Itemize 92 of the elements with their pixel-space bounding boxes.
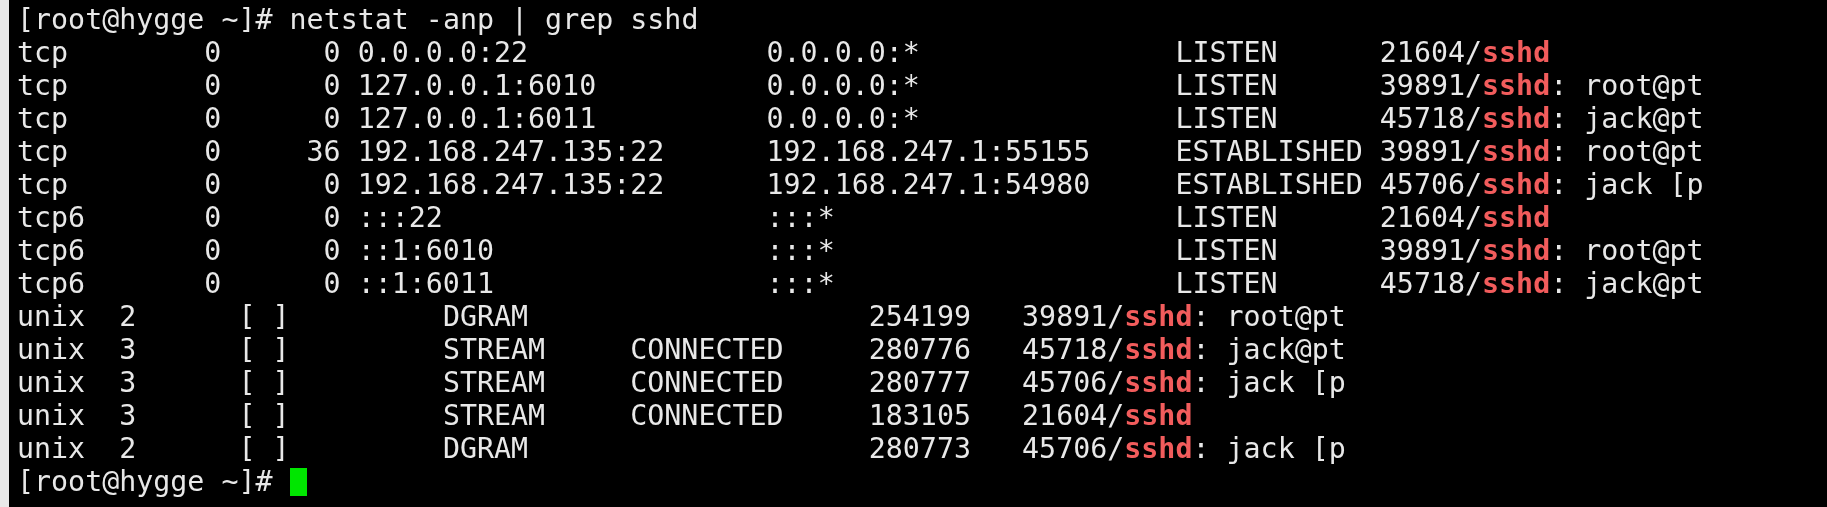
state-text: LISTEN [1175,267,1278,300]
flags-text: [ ] [238,366,290,399]
send-queue-text: 0 [323,36,341,69]
inode-text: 254199 [868,300,971,333]
local-address-text: ::1:6011 [357,267,494,300]
protocol-text: tcp [17,102,69,135]
foreign-address-text: :::* [766,234,835,267]
protocol-text: tcp [17,168,69,201]
shell-prompt: [root@hygge ~]# [17,465,273,498]
foreign-address-text: 0.0.0.0:* [766,102,920,135]
foreign-address-text: 0.0.0.0:* [766,69,920,102]
program-text: 45718/sshd: jack@pt [1379,102,1704,135]
send-queue-text: 0 [323,234,341,267]
protocol-text: tcp6 [17,201,86,234]
program-text: 45706/sshd: jack [p [1022,366,1346,399]
refcount-text: 2 [119,432,137,465]
recv-queue-text: 0 [204,102,222,135]
foreign-address-text: :::* [766,201,835,234]
inode-text: 280776 [868,333,971,366]
local-address-text: 127.0.0.1:6010 [357,69,597,102]
state-text: LISTEN [1175,201,1278,234]
state-text: LISTEN [1175,69,1278,102]
protocol-text: unix [17,300,86,333]
recv-queue-text: 0 [204,168,222,201]
local-address-text: :::22 [357,201,443,234]
state-text: CONNECTED [630,366,784,399]
state-text: LISTEN [1175,102,1278,135]
protocol-text: unix [17,366,86,399]
flags-text: [ ] [238,432,290,465]
inode-text: 280777 [868,366,971,399]
program-text: 45718/sshd: jack@pt [1022,333,1346,366]
refcount-text: 3 [119,333,137,366]
local-address-text: 0.0.0.0:22 [357,36,529,69]
flags-text: [ ] [238,333,290,366]
program-text: 21604/sshd [1379,36,1551,69]
program-text: 39891/sshd: root@pt [1379,234,1704,267]
protocol-text: tcp [17,135,69,168]
refcount-text: 2 [119,300,137,333]
recv-queue-text: 0 [204,234,222,267]
command-text: netstat -anp | grep sshd [289,3,699,36]
recv-queue-text: 0 [204,201,222,234]
send-queue-text: 0 [323,168,341,201]
program-text: 21604/sshd [1022,399,1193,432]
flags-text: [ ] [238,399,290,432]
local-address-text: ::1:6010 [357,234,494,267]
recv-queue-text: 0 [204,36,222,69]
type-text: STREAM [442,366,546,399]
send-queue-text: 0 [323,69,341,102]
foreign-address-text: 192.168.247.1:55155 [766,135,1091,168]
flags-text: [ ] [238,300,290,333]
protocol-text: tcp6 [17,267,86,300]
protocol-text: unix [17,399,86,432]
send-queue-text: 0 [323,267,341,300]
protocol-text: tcp [17,36,69,69]
program-text: 21604/sshd [1379,201,1551,234]
state-text: CONNECTED [630,333,784,366]
type-text: STREAM [442,333,546,366]
program-text: 45718/sshd: jack@pt [1379,267,1704,300]
protocol-text: unix [17,432,86,465]
refcount-text: 3 [119,366,137,399]
local-address-text: 192.168.247.135:22 [357,168,665,201]
refcount-text: 3 [119,399,137,432]
recv-queue-text: 0 [204,69,222,102]
protocol-text: unix [17,333,86,366]
type-text: DGRAM [442,432,529,465]
send-queue-text: 0 [323,201,341,234]
program-text: 45706/sshd: jack [p [1022,432,1346,465]
program-text: 45706/sshd: jack [p [1379,168,1704,201]
send-queue-text: 0 [323,102,341,135]
protocol-text: tcp6 [17,234,86,267]
foreign-address-text: 192.168.247.1:54980 [766,168,1091,201]
type-text: DGRAM [442,300,529,333]
program-text: 39891/sshd: root@pt [1379,69,1704,102]
state-text: LISTEN [1175,36,1278,69]
shell-prompt: [root@hygge ~]# [17,3,273,36]
state-text: ESTABLISHED [1175,168,1363,201]
foreign-address-text: 0.0.0.0:* [766,36,920,69]
state-text: ESTABLISHED [1175,135,1363,168]
local-address-text: 127.0.0.1:6011 [357,102,597,135]
inode-text: 183105 [868,399,971,432]
program-text: 39891/sshd: root@pt [1379,135,1704,168]
state-text: LISTEN [1175,234,1278,267]
protocol-text: tcp [17,69,69,102]
inode-text: 280773 [868,432,971,465]
send-queue-text: 36 [306,135,341,168]
foreign-address-text: :::* [766,267,835,300]
type-text: STREAM [442,399,546,432]
state-text: CONNECTED [630,399,784,432]
program-text: 39891/sshd: root@pt [1022,300,1346,333]
recv-queue-text: 0 [204,267,222,300]
recv-queue-text: 0 [204,135,222,168]
local-address-text: 192.168.247.135:22 [357,135,665,168]
